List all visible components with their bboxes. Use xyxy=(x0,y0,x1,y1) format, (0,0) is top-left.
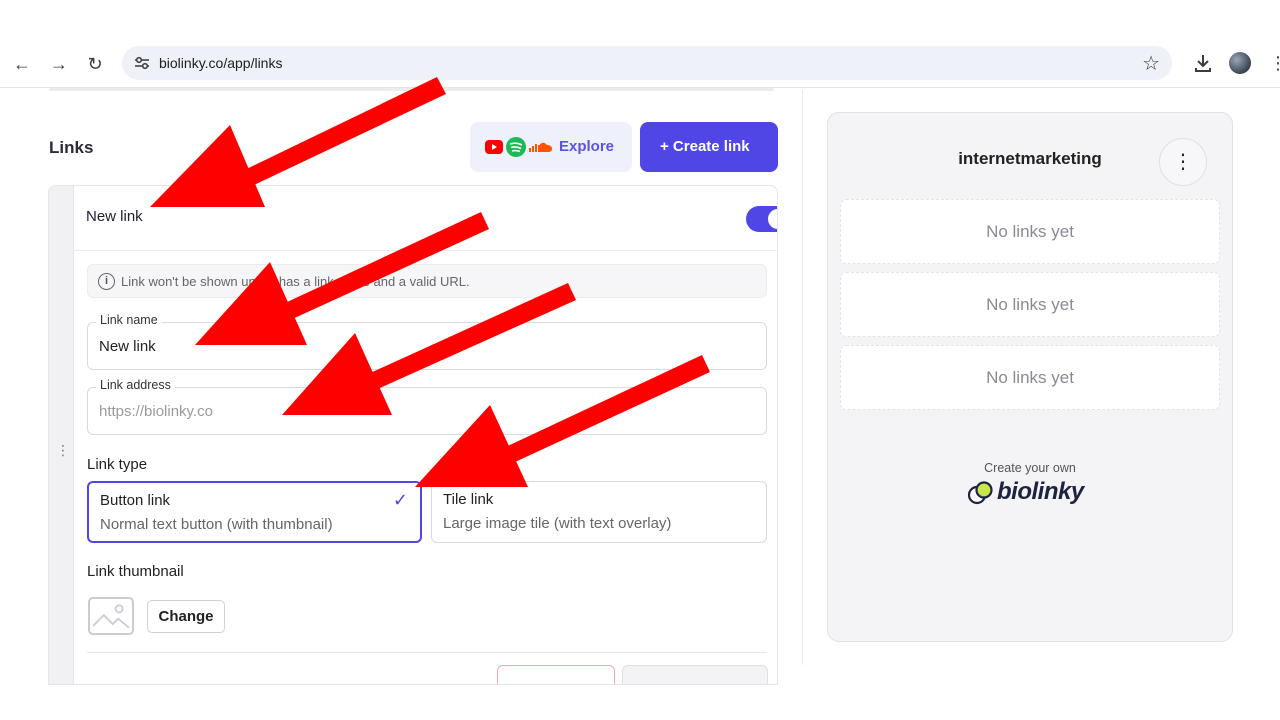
preview-link-placeholder: No links yet xyxy=(840,345,1220,410)
preview-link-placeholder: No links yet xyxy=(840,272,1220,337)
link-card-header[interactable]: New link xyxy=(74,186,777,251)
button-link-option[interactable]: Button link Normal text button (with thu… xyxy=(87,481,422,543)
visibility-notice: i Link won't be shown until it has a lin… xyxy=(87,264,767,298)
check-icon: ✓ xyxy=(392,490,408,510)
spotify-icon xyxy=(506,137,526,157)
reload-icon[interactable]: ↻ xyxy=(83,52,107,76)
save-link-button[interactable] xyxy=(622,665,768,684)
bookmark-star-icon[interactable]: ☆ xyxy=(1142,51,1160,76)
option-description: Normal text button (with thumbnail) xyxy=(100,516,333,533)
change-thumbnail-button[interactable]: Change xyxy=(147,600,225,633)
forward-icon[interactable]: → xyxy=(47,52,71,76)
create-link-label: + Create link xyxy=(660,138,750,155)
profile-avatar[interactable] xyxy=(1229,52,1251,74)
drag-handle-icon[interactable]: ⋮ xyxy=(56,443,70,457)
preview-link-placeholder: No links yet xyxy=(840,199,1220,264)
link-editor-card: ⋮ New link i Link won't be shown until i… xyxy=(48,185,778,685)
explore-service-icons xyxy=(485,137,552,157)
link-card-title: New link xyxy=(86,208,143,225)
create-link-button[interactable]: + Create link xyxy=(640,122,778,172)
address-bar[interactable]: biolinky.co/app/links ☆ xyxy=(122,46,1172,80)
browser-toolbar: ← → ↻ biolinky.co/app/links ☆ ⋮ xyxy=(0,40,1280,88)
delete-link-button[interactable] xyxy=(497,665,615,684)
tile-link-option[interactable]: Tile link Large image tile (with text ov… xyxy=(431,481,767,543)
download-icon[interactable] xyxy=(1193,53,1213,73)
link-address-field[interactable]: Link address https://biolinky.co xyxy=(87,378,767,435)
link-name-value[interactable]: New link xyxy=(99,338,156,355)
link-name-label: Link name xyxy=(96,313,162,327)
biolinky-logo-icon xyxy=(968,481,993,505)
explore-button-label: Explore xyxy=(559,138,615,155)
preview-menu-icon[interactable]: ⋮ xyxy=(1159,138,1207,186)
divider xyxy=(87,652,767,653)
image-placeholder-icon xyxy=(88,597,134,635)
url-text: biolinky.co/app/links xyxy=(159,55,283,71)
link-type-label: Link type xyxy=(87,456,148,473)
soundcloud-icon xyxy=(529,142,552,152)
notice-text: Link won't be shown until it has a link … xyxy=(121,274,470,289)
create-your-own-text: Create your own xyxy=(984,461,1076,475)
option-title: Button link xyxy=(100,492,171,509)
drag-rail[interactable]: ⋮ xyxy=(49,186,74,684)
link-address-placeholder[interactable]: https://biolinky.co xyxy=(99,403,213,420)
option-title: Tile link xyxy=(443,491,494,508)
panel-divider xyxy=(802,90,803,665)
site-settings-icon[interactable] xyxy=(134,56,150,70)
explore-button[interactable]: Explore xyxy=(470,122,632,172)
page-title: Links xyxy=(49,138,94,157)
link-enabled-toggle[interactable] xyxy=(746,206,777,232)
toggle-knob xyxy=(768,209,777,229)
previous-card-edge xyxy=(49,88,774,91)
link-address-label: Link address xyxy=(96,378,175,392)
biolinky-wordmark: biolinky xyxy=(997,478,1084,505)
back-icon[interactable]: ← xyxy=(10,52,34,76)
info-icon: i xyxy=(98,273,115,290)
youtube-icon xyxy=(485,140,503,154)
link-thumbnail-label: Link thumbnail xyxy=(87,563,184,580)
option-description: Large image tile (with text overlay) xyxy=(443,515,672,532)
browser-menu-icon[interactable]: ⋮ xyxy=(1269,52,1280,74)
link-name-field[interactable]: Link name New link xyxy=(87,313,767,370)
profile-preview: internetmarketing ⋮ No links yet No link… xyxy=(827,112,1233,642)
